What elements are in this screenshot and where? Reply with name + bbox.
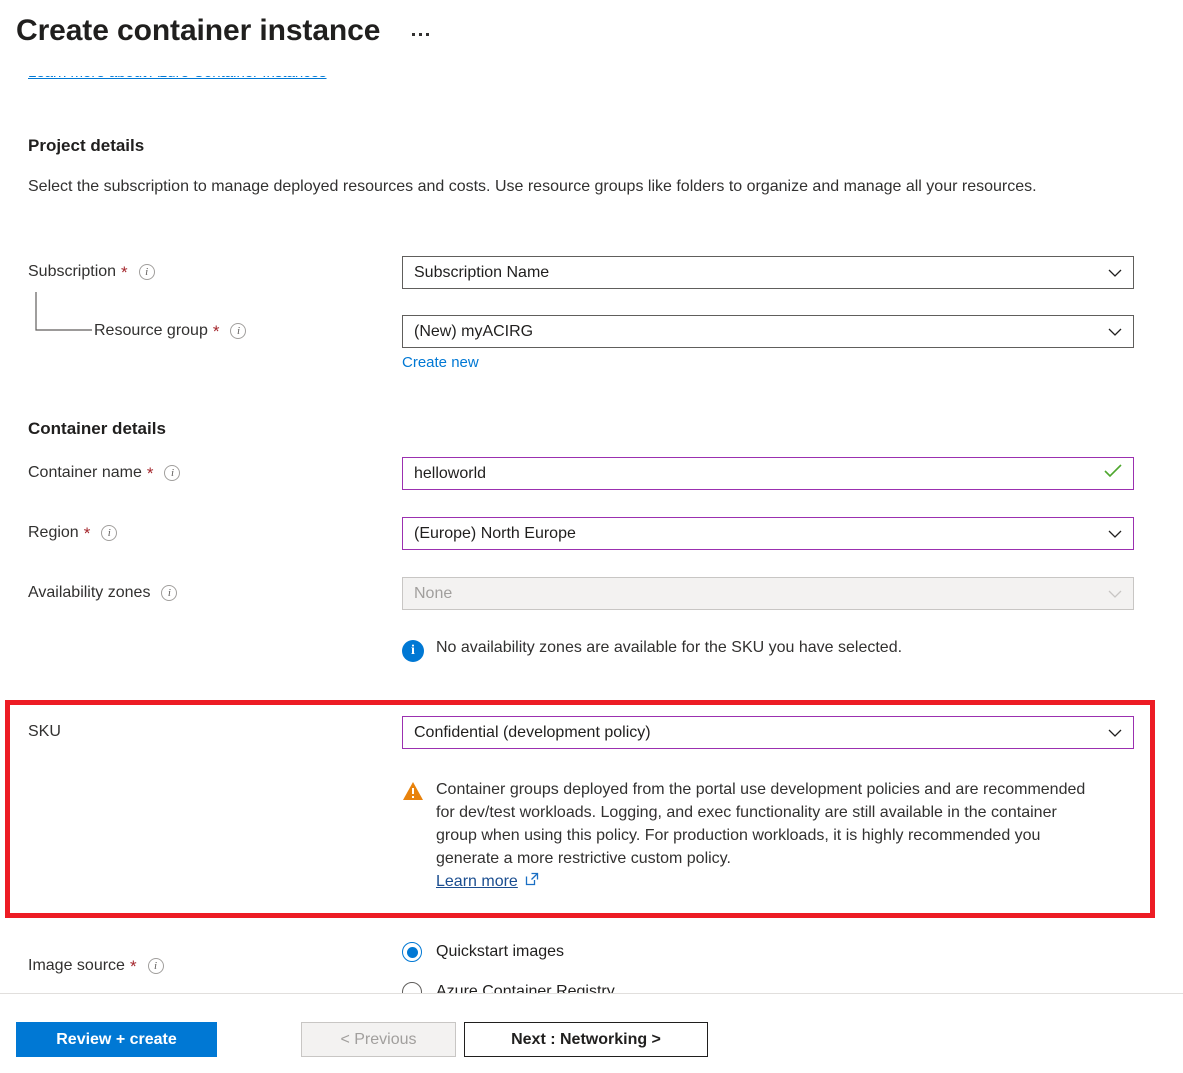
- container-name-required-marker: *: [147, 465, 154, 482]
- image-source-option-acr-label: Azure Container Registry: [436, 983, 615, 993]
- region-label: Region * i: [28, 524, 117, 542]
- image-source-label-text: Image source: [28, 957, 125, 975]
- image-source-info-icon[interactable]: i: [148, 958, 164, 974]
- subscription-select[interactable]: Subscription Name: [402, 256, 1134, 289]
- container-name-label-text: Container name: [28, 464, 142, 482]
- learn-more-aci-link[interactable]: Learn more about Azure Container Instanc…: [28, 76, 327, 81]
- sku-row: SKU Confidential (development policy): [0, 716, 1183, 756]
- sku-label-text: SKU: [28, 723, 61, 741]
- subscription-required-marker: *: [121, 264, 128, 281]
- radio-selected-icon: [402, 942, 422, 962]
- resource-group-required-marker: *: [213, 323, 220, 340]
- resource-group-value: (New) myACIRG: [414, 323, 533, 341]
- chevron-down-icon: [1108, 527, 1122, 541]
- more-options-icon[interactable]: [410, 27, 431, 42]
- region-select[interactable]: (Europe) North Europe: [402, 517, 1134, 550]
- info-circle-icon: i: [402, 640, 424, 662]
- page-header: Create container instance: [16, 14, 431, 48]
- availability-zones-info-message: i No availability zones are available fo…: [402, 639, 902, 662]
- region-label-text: Region: [28, 524, 79, 542]
- resource-group-info-icon[interactable]: i: [230, 323, 246, 339]
- sku-value: Confidential (development policy): [414, 724, 651, 742]
- availability-zones-info-icon[interactable]: i: [161, 585, 177, 601]
- validation-check-icon: [1104, 464, 1122, 483]
- external-link-icon: [525, 870, 539, 893]
- container-name-value: helloworld: [414, 465, 486, 483]
- region-required-marker: *: [84, 525, 91, 542]
- sku-warning-text: Container groups deployed from the porta…: [436, 781, 1085, 867]
- create-container-instance-page: Create container instance Learn more abo…: [0, 0, 1183, 1073]
- warning-triangle-icon: [402, 781, 424, 893]
- previous-button: < Previous: [301, 1022, 456, 1057]
- image-source-required-marker: *: [130, 958, 137, 975]
- project-details-heading: Project details: [28, 136, 144, 156]
- container-name-info-icon[interactable]: i: [164, 465, 180, 481]
- resource-group-label: Resource group * i: [94, 322, 246, 340]
- container-name-row: Container name * i helloworld: [0, 457, 1183, 497]
- next-networking-button[interactable]: Next : Networking >: [464, 1022, 708, 1057]
- subscription-value: Subscription Name: [414, 264, 549, 282]
- image-source-option-quickstart[interactable]: Quickstart images: [402, 942, 564, 962]
- resource-group-row: Resource group * i (New) myACIRG: [0, 315, 1183, 355]
- create-new-resource-group-link[interactable]: Create new: [402, 354, 479, 371]
- chevron-down-icon: [1108, 726, 1122, 740]
- subscription-label-text: Subscription: [28, 263, 116, 281]
- sku-select[interactable]: Confidential (development policy): [402, 716, 1134, 749]
- availability-zones-select: None: [402, 577, 1134, 610]
- image-source-option-acr[interactable]: Azure Container Registry: [402, 982, 615, 993]
- sku-learn-more-label: Learn more: [436, 870, 518, 893]
- subscription-label: Subscription * i: [28, 263, 155, 281]
- region-row: Region * i (Europe) North Europe: [0, 517, 1183, 557]
- resource-group-select[interactable]: (New) myACIRG: [402, 315, 1134, 348]
- availability-zones-label-text: Availability zones: [28, 584, 150, 602]
- sku-learn-more-link[interactable]: Learn more: [436, 870, 539, 893]
- chevron-down-icon: [1108, 266, 1122, 280]
- chevron-down-icon: [1108, 587, 1122, 601]
- resource-group-label-text: Resource group: [94, 322, 208, 340]
- subscription-row: Subscription * i Subscription Name: [0, 256, 1183, 296]
- sku-warning-text-block: Container groups deployed from the porta…: [436, 778, 1102, 893]
- sku-label: SKU: [28, 723, 61, 741]
- region-info-icon[interactable]: i: [101, 525, 117, 541]
- image-source-option-quickstart-label: Quickstart images: [436, 943, 564, 961]
- image-source-label: Image source * i: [28, 957, 164, 975]
- subscription-info-icon[interactable]: i: [139, 264, 155, 280]
- sku-warning: Container groups deployed from the porta…: [402, 778, 1102, 893]
- chevron-down-icon: [1108, 325, 1122, 339]
- container-name-input[interactable]: helloworld: [402, 457, 1134, 490]
- review-create-button[interactable]: Review + create: [16, 1022, 217, 1057]
- form-scroll-region[interactable]: Learn more about Azure Container Instanc…: [0, 76, 1183, 993]
- availability-zones-label: Availability zones i: [28, 584, 177, 602]
- radio-unselected-icon: [402, 982, 422, 993]
- container-name-label: Container name * i: [28, 464, 180, 482]
- project-details-description: Select the subscription to manage deploy…: [28, 174, 1118, 200]
- availability-zones-info-text: No availability zones are available for …: [436, 639, 902, 657]
- page-title: Create container instance: [16, 14, 380, 48]
- availability-zones-row: Availability zones i None: [0, 577, 1183, 617]
- container-details-heading: Container details: [28, 419, 166, 439]
- region-value: (Europe) North Europe: [414, 525, 576, 543]
- availability-zones-value: None: [414, 585, 452, 603]
